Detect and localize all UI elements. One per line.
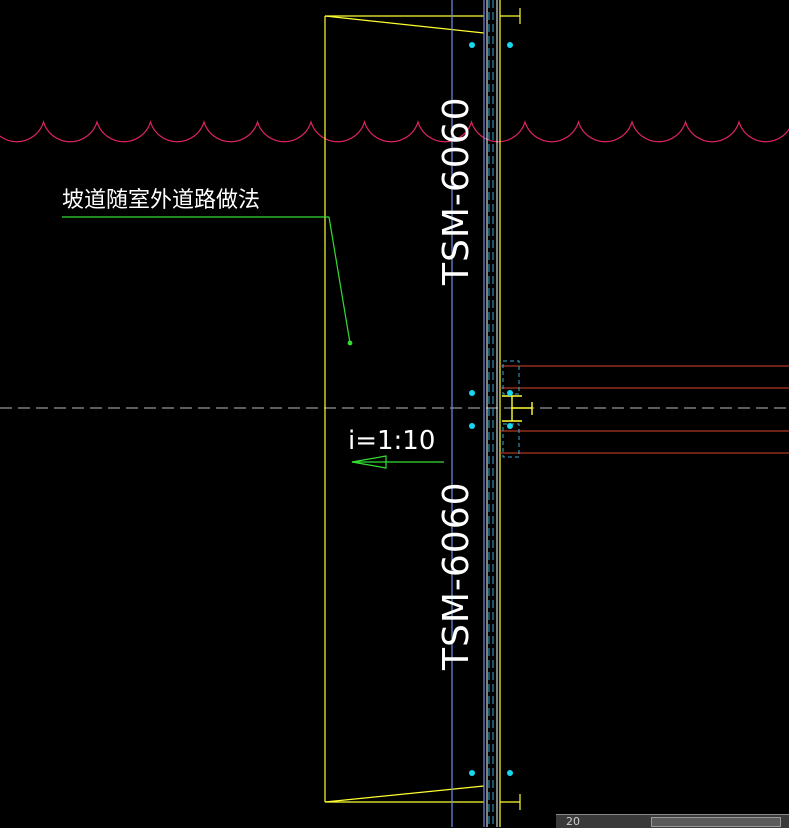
- status-value: 20: [566, 815, 580, 828]
- slope-label: i=1:10: [348, 426, 435, 456]
- section-label-lower: TSM-6060: [436, 481, 477, 671]
- note-label: 坡道随室外道路做法: [62, 188, 260, 213]
- section-label-upper: TSM-6060: [436, 96, 477, 286]
- status-strip: 20: [556, 814, 789, 828]
- cad-drawing-canvas[interactable]: 坡道随室外道路做法 i=1:10 TSM-6060 TSM-6060: [0, 0, 789, 827]
- status-input-field[interactable]: [651, 817, 781, 827]
- drawing-background: [0, 0, 789, 827]
